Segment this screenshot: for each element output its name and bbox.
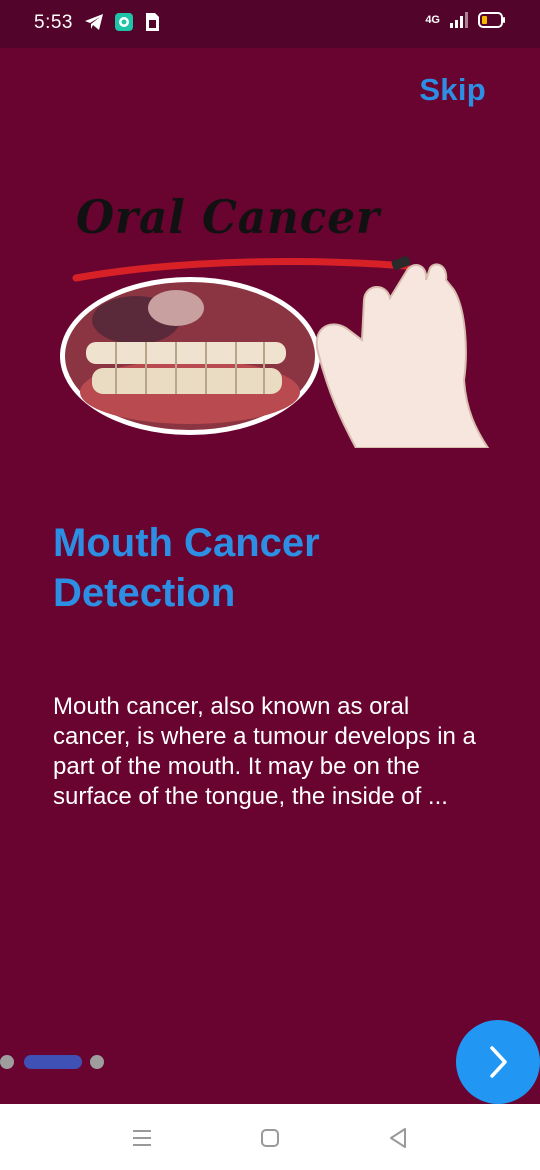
battery-icon <box>478 12 505 28</box>
status-bar: 5:53 4G <box>0 0 540 48</box>
next-button[interactable] <box>456 1020 540 1104</box>
navigation-bar <box>0 1104 540 1170</box>
network-type: 4G <box>425 14 440 26</box>
page-dot-1[interactable] <box>0 1055 14 1069</box>
notification-icons <box>84 12 160 32</box>
chevron-right-icon <box>490 1046 507 1078</box>
home-icon <box>261 1129 279 1147</box>
menu-icon <box>133 1130 151 1146</box>
sim-notification-icon <box>146 13 159 31</box>
system-icons: 4G <box>425 12 506 28</box>
page-description: Mouth cancer, also known as oral cancer,… <box>53 693 476 810</box>
telegram-icon <box>85 14 103 30</box>
back-button[interactable] <box>382 1122 414 1154</box>
page-dot-2-active[interactable] <box>24 1055 82 1069</box>
skip-button[interactable]: Skip <box>419 72 486 108</box>
oral-cancer-image <box>60 256 490 448</box>
home-button[interactable] <box>254 1122 286 1154</box>
back-icon <box>390 1128 406 1148</box>
signal-icon <box>450 12 468 28</box>
recent-apps-button[interactable] <box>126 1122 158 1154</box>
hero-illustration: Oral Cancer <box>56 180 496 448</box>
chat-app-icon <box>115 13 133 31</box>
page-dot-3[interactable] <box>90 1055 104 1069</box>
page-title: Mouth Cancer Detection <box>53 521 320 615</box>
status-time: 5:53 <box>34 12 73 33</box>
